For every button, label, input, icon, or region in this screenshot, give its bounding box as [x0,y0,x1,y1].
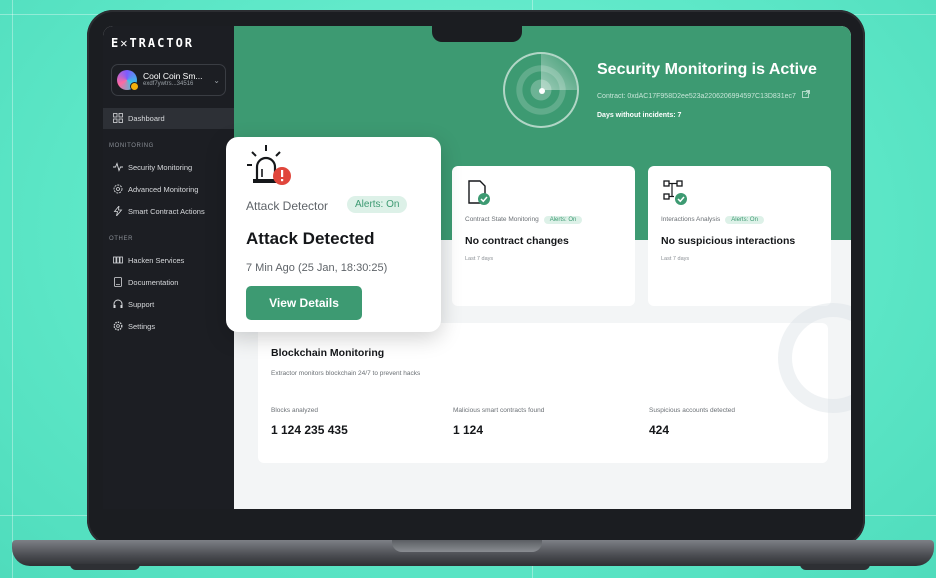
external-link-icon[interactable] [801,90,810,100]
card-label-text: Interactions Analysis [661,216,721,223]
document-check-icon [467,180,491,211]
sidebar-item-label: Smart Contract Actions [128,206,205,216]
sidebar-item-documentation[interactable]: Documentation [113,277,178,287]
card-subtitle: Last 7 days [465,256,494,262]
status-badge: Alerts: On [543,216,583,224]
section-title: Blockchain Monitoring [271,347,385,359]
chevron-down-icon: ⌄ [213,75,220,85]
sidebar-item-label: Documentation [128,277,179,287]
sidebar-item-label: Dashboard [128,113,165,123]
account-address: exdf7ywtrs...34516 [143,81,194,88]
sidebar-item-label: Support [128,299,155,309]
pulse-icon [113,162,123,172]
laptop-notch [432,22,522,42]
section-description: Extractor monitors blockchain 24/7 to pr… [271,370,421,377]
status-badge: Alerts: On [347,196,408,213]
attack-alert-popup: Attack Detector Alerts: On Attack Detect… [226,137,441,332]
sidebar-item-dashboard[interactable]: Dashboard [113,113,165,123]
gear-icon [113,184,123,194]
stat-label-blocks: Blocks analyzed [271,407,318,414]
avatar [117,70,139,91]
app-screen: E✕TRACTOR Cool Coin Sm... exdf7ywtrs...3… [103,26,851,509]
laptop-foot [800,564,870,570]
sidebar: E✕TRACTOR Cool Coin Sm... exdf7ywtrs...3… [103,26,234,509]
days-without-incidents: Days without incidents: 7 [597,112,682,119]
contract-address[interactable]: Contract: 0xdAC17F958D2ee523a22062069945… [597,90,810,100]
interactions-analysis-card[interactable]: Interactions Analysis Alerts: On No suspi… [648,166,831,306]
bolt-icon [113,204,123,217]
stat-label-suspicious: Suspicious accounts detected [649,407,735,414]
sidebar-item-label: Advanced Monitoring [128,184,199,194]
stat-value-suspicious: 424 [649,423,670,437]
grid-icon [113,255,123,265]
alert-title: Attack Detected [246,229,375,248]
stat-value-malicious: 1 124 [453,423,484,437]
contract-state-card[interactable]: Contract State Monitoring Alerts: On No c… [452,166,635,306]
section-label-other: OTHER [109,236,133,242]
card-title: No contract changes [465,235,569,247]
page-title: Security Monitoring is Active [597,61,817,78]
sidebar-item-hacken-services[interactable]: Hacken Services [113,255,184,265]
document-icon [113,277,123,287]
blockchain-monitoring-card: Blockchain Monitoring Extractor monitors… [258,303,851,463]
dashboard-icon [113,113,123,123]
settings-icon [113,321,123,331]
detector-label: Attack Detector [246,199,329,213]
card-label-text: Contract State Monitoring [465,216,539,223]
sidebar-item-label: Security Monitoring [128,162,193,172]
view-details-button[interactable]: View Details [246,286,362,320]
alert-timestamp: 7 Min Ago (25 Jan, 18:30:25) [246,262,388,274]
card-label: Interactions Analysis Alerts: On [661,216,764,224]
stat-value-blocks: 1 124 235 435 [271,423,348,437]
decorative-ring [778,303,851,413]
radar-icon [503,52,579,128]
account-name: Cool Coin Sm... [143,72,203,82]
network-check-icon [663,180,689,211]
status-badge: Alerts: On [725,216,764,224]
card-subtitle: Last 7 days [661,256,690,262]
laptop-foot [70,564,140,570]
card-title: No suspicious interactions [661,235,796,247]
section-label-monitoring: MONITORING [109,143,154,149]
account-switcher[interactable]: Cool Coin Sm... exdf7ywtrs...34516 ⌄ [111,64,226,96]
sidebar-item-label: Hacken Services [128,255,185,265]
sidebar-item-settings[interactable]: Settings [113,321,155,331]
contract-address-text: Contract: 0xdAC17F958D2ee523a22062069945… [597,93,796,100]
sidebar-item-label: Settings [128,321,156,331]
sidebar-item-smart-contract-actions[interactable]: Smart Contract Actions [113,204,205,217]
headphones-icon [113,299,123,309]
alarm-alert-icon [246,143,294,194]
sidebar-item-support[interactable]: Support [113,299,154,309]
card-label: Contract State Monitoring Alerts: On [465,216,583,224]
stat-label-malicious: Malicious smart contracts found [453,407,545,414]
sidebar-item-advanced-monitoring[interactable]: Advanced Monitoring [113,184,198,194]
sidebar-item-security-monitoring[interactable]: Security Monitoring [113,162,192,172]
app-logo[interactable]: E✕TRACTOR [111,36,194,50]
laptop-base-groove [392,540,542,552]
